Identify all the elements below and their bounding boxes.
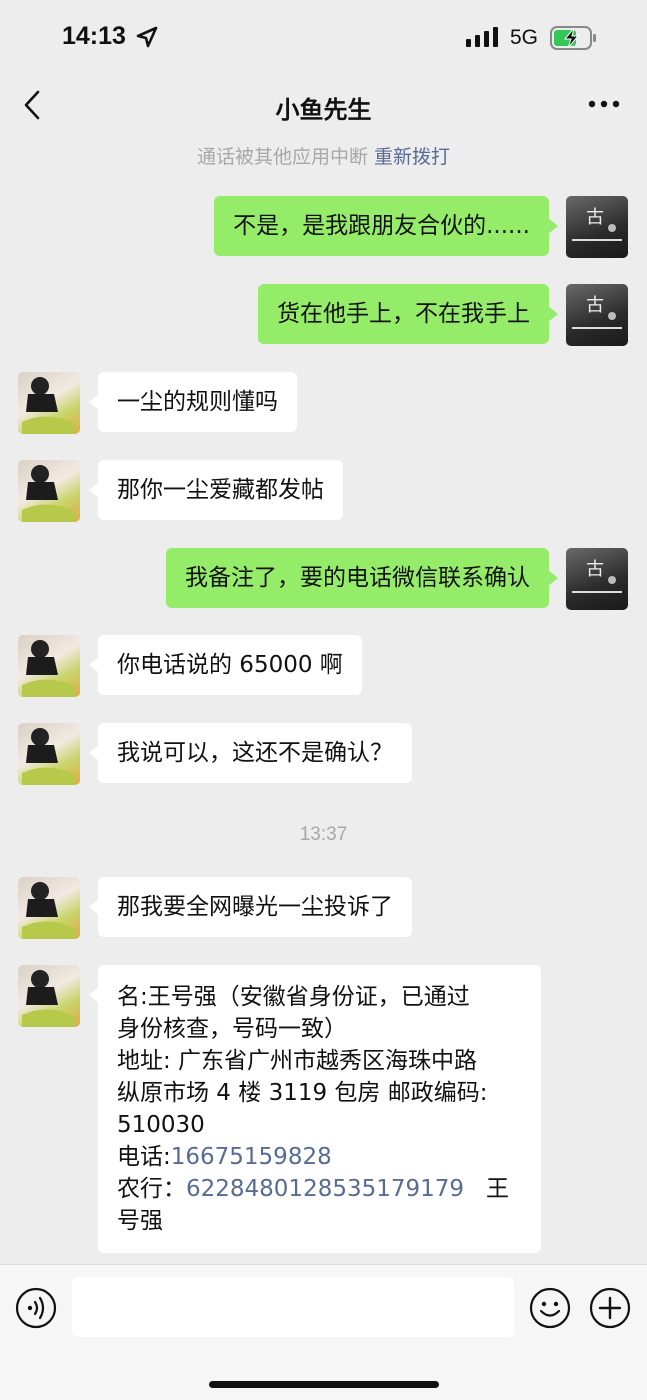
phone-line: 电话:16675159828: [117, 1141, 522, 1173]
contact-avatar[interactable]: [18, 877, 80, 939]
redial-link[interactable]: 重新拨打: [374, 146, 450, 168]
address-line-1: 地址: 广东省广州市越秀区海珠中路: [117, 1048, 478, 1074]
notice-text: 通话被其他应用中断: [196, 146, 368, 168]
message-bubble[interactable]: 那我要全网曝光一尘投诉了: [89, 877, 412, 937]
message-bubble[interactable]: 我说可以，这还不是确认？: [89, 723, 412, 783]
message-bubble[interactable]: 你电话说的 65000 啊: [89, 635, 362, 695]
message-input[interactable]: [72, 1277, 514, 1337]
bank-account-link[interactable]: 6228480128535179179: [186, 1176, 464, 1202]
postcode: 510030: [117, 1112, 205, 1138]
network-type: 5G: [510, 26, 539, 49]
bank-label: 农行：: [117, 1176, 186, 1202]
location-arrow-icon: [136, 26, 158, 48]
svg-text:古: 古: [586, 559, 604, 580]
my-avatar[interactable]: 古: [566, 284, 628, 346]
message-bubble[interactable]: 一尘的规则懂吗: [89, 372, 297, 432]
message-bubble[interactable]: 那你一尘爱藏都发帖: [89, 460, 343, 520]
contact-avatar[interactable]: [18, 965, 80, 1027]
emoji-icon[interactable]: [529, 1287, 571, 1329]
address-line-2: 纵原市场 4 楼 3119 包房 邮政编码:: [117, 1080, 488, 1106]
voice-icon[interactable]: [15, 1287, 57, 1329]
chat-timestamp: 13:37: [299, 824, 348, 845]
plus-icon[interactable]: [589, 1287, 631, 1329]
svg-text:古: 古: [586, 207, 604, 228]
bank-name-part-1: 王: [486, 1176, 510, 1202]
message-bubble[interactable]: 不是，是我跟朋友合伙的......: [214, 196, 558, 256]
name-line-1: 名:王号强（安徽省身份证，已通过: [117, 984, 470, 1010]
info-message-bubble[interactable]: 名:王号强（安徽省身份证，已通过 身份核查，号码一致） 地址: 广东省广州市越秀…: [89, 965, 541, 1253]
svg-text:古: 古: [586, 295, 604, 316]
chat-title: 小鱼先生: [275, 96, 372, 124]
contact-avatar[interactable]: [18, 460, 80, 522]
my-avatar[interactable]: 古: [566, 196, 628, 258]
signal-icon: [466, 27, 498, 47]
contact-avatar[interactable]: [18, 372, 80, 434]
battery-charging-icon: [550, 26, 596, 50]
contact-avatar[interactable]: [18, 723, 80, 785]
message-bubble[interactable]: 货在他手上，不在我手上: [258, 284, 558, 344]
call-interrupted-notice: 通话被其他应用中断 重新拨打: [0, 142, 647, 169]
bank-line: 农行：6228480128535179179 王: [117, 1173, 522, 1205]
phone-number-link[interactable]: 16675159828: [171, 1144, 332, 1170]
name-line-2: 身份核查，号码一致）: [117, 1016, 347, 1042]
contact-avatar[interactable]: [18, 635, 80, 697]
bank-name-part-2: 号强: [117, 1208, 163, 1234]
more-icon[interactable]: [588, 96, 620, 112]
input-bar: [0, 1264, 647, 1400]
my-avatar[interactable]: 古: [566, 548, 628, 610]
status-bar: 14:13 5G: [0, 0, 647, 78]
home-indicator[interactable]: [209, 1381, 439, 1388]
chat-header: 小鱼先生: [0, 78, 647, 136]
message-bubble[interactable]: 我备注了，要的电话微信联系确认: [166, 548, 558, 608]
phone-label: 电话:: [117, 1144, 171, 1170]
status-time: 14:13: [62, 22, 126, 50]
